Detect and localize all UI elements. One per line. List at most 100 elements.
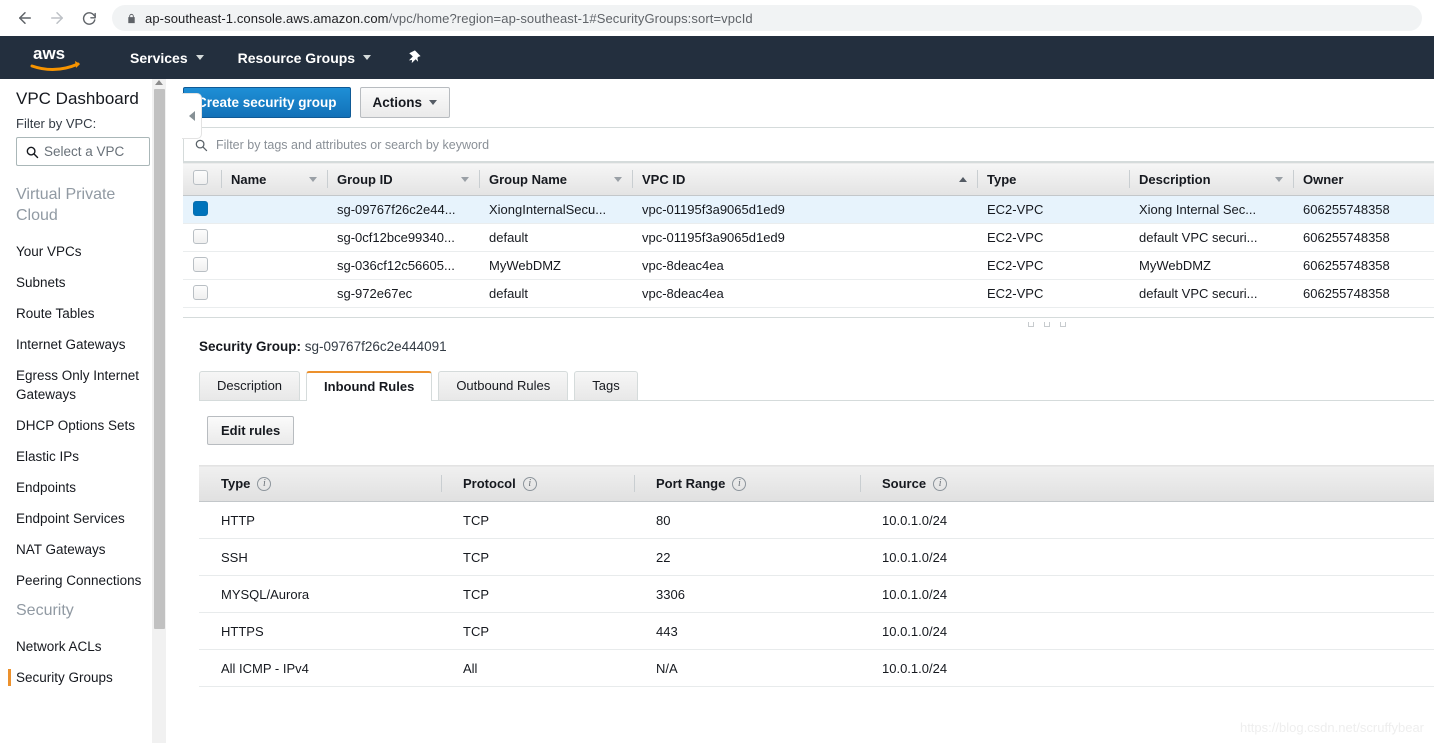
sidebar-item-dhcp-options-sets[interactable]: DHCP Options Sets <box>0 410 166 441</box>
vpc-filter-placeholder: Select a VPC <box>44 144 125 159</box>
chevron-down-icon[interactable] <box>614 177 622 182</box>
edit-rules-button[interactable]: Edit rules <box>207 416 295 445</box>
cell-vpc-id: vpc-01195f3a9065d1ed9 <box>632 223 977 252</box>
watermark: https://blog.csdn.net/scruffybear <box>1239 720 1424 735</box>
sidebar-item-internet-gateways[interactable]: Internet Gateways <box>0 329 166 360</box>
nav-services[interactable]: Services <box>130 50 204 66</box>
rule-type: SSH <box>199 538 441 576</box>
chevron-down-icon[interactable] <box>1275 177 1283 182</box>
table-row[interactable]: sg-036cf12c56605... MyWebDMZ vpc-8deac4e… <box>183 251 1434 280</box>
row-checkbox[interactable] <box>193 284 208 300</box>
row-checkbox[interactable] <box>193 200 208 216</box>
chevron-up-icon[interactable] <box>959 177 967 182</box>
column-label: Protocol <box>463 476 516 491</box>
rule-port-range: 80 <box>634 501 860 539</box>
row-checkbox[interactable] <box>193 256 208 272</box>
column-header-name[interactable]: Name <box>221 162 327 196</box>
column-header-group-name[interactable]: Group Name <box>479 162 632 196</box>
pin-icon[interactable] <box>405 49 422 66</box>
resize-grip-icon <box>1028 322 1066 327</box>
sidebar-item-egress-only-internet-gateways[interactable]: Egress Only Internet Gateways <box>0 360 166 410</box>
rule-protocol: TCP <box>441 538 634 576</box>
sidebar-item-endpoints[interactable]: Endpoints <box>0 472 166 503</box>
sidebar-item-security-groups[interactable]: Security Groups <box>0 662 166 693</box>
rule-row: All ICMP - IPv4 All N/A 10.0.1.0/24 <box>199 649 1434 687</box>
row-checkbox-cell[interactable] <box>183 251 221 280</box>
sidebar-item-subnets[interactable]: Subnets <box>0 267 166 298</box>
column-header-owner[interactable]: Owner <box>1293 162 1434 196</box>
filter-by-vpc-label: Filter by VPC: <box>16 116 97 131</box>
sidebar-item-peering-connections[interactable]: Peering Connections <box>0 565 166 596</box>
actions-label: Actions <box>372 95 423 110</box>
table-row[interactable]: sg-0cf12bce99340... default vpc-01195f3a… <box>183 223 1434 252</box>
sidebar-scrollbar[interactable] <box>152 79 166 743</box>
back-arrow-icon[interactable] <box>10 3 40 33</box>
page-title: VPC Dashboard <box>16 89 139 108</box>
vpc-filter-input[interactable]: Select a VPC <box>16 137 150 166</box>
select-all-checkbox[interactable] <box>193 170 208 185</box>
sidebar-collapse-button[interactable] <box>182 93 202 139</box>
rule-source: 10.0.1.0/24 <box>860 575 1434 613</box>
cell-group-name: XiongInternalSecu... <box>479 195 632 224</box>
info-icon[interactable]: i <box>933 476 948 491</box>
rule-source: 10.0.1.0/24 <box>860 612 1434 650</box>
info-icon[interactable]: i <box>257 476 272 491</box>
column-header-group-id[interactable]: Group ID <box>327 162 479 196</box>
cell-group-name: default <box>479 223 632 252</box>
cell-name <box>221 223 327 252</box>
info-icon[interactable]: i <box>522 476 537 491</box>
rules-column-header-source: Source i <box>860 465 1434 502</box>
column-header-type[interactable]: Type <box>977 162 1129 196</box>
row-checkbox[interactable] <box>193 228 208 244</box>
reload-icon[interactable] <box>74 3 104 33</box>
aws-logo[interactable]: aws <box>30 43 82 73</box>
column-label: Type <box>987 171 1017 187</box>
table-row[interactable]: sg-972e67ec default vpc-8deac4ea EC2-VPC… <box>183 279 1434 308</box>
rule-type: All ICMP - IPv4 <box>199 649 441 687</box>
create-security-group-button[interactable]: Create security group <box>183 87 351 118</box>
sidebar-item-route-tables[interactable]: Route Tables <box>0 298 166 329</box>
select-all-header[interactable] <box>183 162 221 196</box>
cell-type: EC2-VPC <box>977 223 1129 252</box>
sidebar-item-elastic-ips[interactable]: Elastic IPs <box>0 441 166 472</box>
address-bar[interactable]: ap-southeast-1.console.aws.amazon.com/vp… <box>112 5 1422 31</box>
tab-description[interactable]: Description <box>199 371 301 400</box>
actions-button[interactable]: Actions <box>359 87 451 118</box>
row-checkbox-cell[interactable] <box>183 223 221 252</box>
info-icon[interactable]: i <box>732 476 747 491</box>
forward-arrow-icon[interactable] <box>42 3 72 33</box>
scroll-up-arrow-icon[interactable] <box>155 80 163 85</box>
row-checkbox-cell[interactable] <box>183 279 221 308</box>
row-checkbox-cell[interactable] <box>183 195 221 224</box>
rules-column-header-protocol: Protocol i <box>441 465 634 502</box>
search-input[interactable]: Filter by tags and attributes or search … <box>183 127 1434 162</box>
chevron-down-icon <box>363 55 372 60</box>
cell-description: default VPC securi... <box>1129 279 1293 308</box>
cell-type: EC2-VPC <box>977 251 1129 280</box>
cell-name <box>221 195 327 224</box>
column-header-description[interactable]: Description <box>1129 162 1293 196</box>
main-content: Create security group Actions Filter by … <box>166 79 1434 743</box>
cell-owner: 606255748358 <box>1293 251 1434 280</box>
url-host: ap-southeast-1.console.aws.amazon.com <box>145 10 389 26</box>
detail-label: Security Group: <box>199 339 302 354</box>
chevron-down-icon[interactable] <box>461 177 469 182</box>
sidebar-item-nat-gateways[interactable]: NAT Gateways <box>0 534 166 565</box>
sidebar-item-network-acls[interactable]: Network ACLs <box>0 631 166 662</box>
panel-resize-handle[interactable] <box>183 317 1434 331</box>
table-row[interactable]: sg-09767f26c2e44... XiongInternalSecu...… <box>183 195 1434 224</box>
column-label: Group Name <box>489 171 568 187</box>
cell-owner: 606255748358 <box>1293 279 1434 308</box>
sidebar-item-your-vpcs[interactable]: Your VPCs <box>0 236 166 267</box>
chevron-down-icon[interactable] <box>309 177 317 182</box>
sidebar-item-endpoint-services[interactable]: Endpoint Services <box>0 503 166 534</box>
nav-resource-groups[interactable]: Resource Groups <box>238 50 372 66</box>
sidebar-scrollbar-thumb[interactable] <box>154 89 165 629</box>
tab-inbound-rules[interactable]: Inbound Rules <box>306 371 433 401</box>
cell-description: default VPC securi... <box>1129 223 1293 252</box>
tab-tags[interactable]: Tags <box>574 371 638 400</box>
column-header-vpc-id[interactable]: VPC ID <box>632 162 977 196</box>
rule-type: HTTPS <box>199 612 441 650</box>
table-header-row: Name Group ID Group Name VPC ID Type Des… <box>183 162 1434 196</box>
tab-outbound-rules[interactable]: Outbound Rules <box>438 371 569 400</box>
